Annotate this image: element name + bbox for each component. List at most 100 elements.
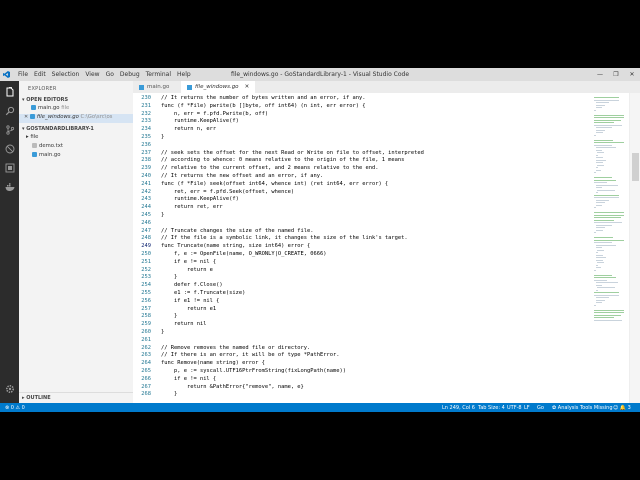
menu-debug[interactable]: Debug	[120, 71, 140, 78]
code-line[interactable]: 259 return nil	[133, 321, 591, 329]
minimap-line	[595, 264, 598, 266]
code-line[interactable]: 249 func Truncate(name string, size int64…	[133, 243, 591, 251]
code-line[interactable]: 256 if e1 != nil {	[133, 298, 591, 306]
minimap-line	[595, 289, 598, 291]
code-line[interactable]: 238 // according to whence: 0 means relat…	[133, 157, 591, 165]
code-line[interactable]: 268 }	[133, 391, 591, 399]
vertical-scrollbar[interactable]	[629, 93, 640, 403]
minimap-line	[594, 194, 620, 196]
code-line[interactable]: 234 return n, err	[133, 126, 591, 134]
line-number: 231	[141, 102, 151, 109]
close-icon[interactable]: ✕	[24, 114, 28, 120]
menu-file[interactable]: File	[18, 71, 28, 78]
code-line[interactable]: 250 f, e := OpenFile(name, O_WRONLY|O_CR…	[133, 251, 591, 259]
tab-file-windows-go[interactable]: file_windows.go ✕	[181, 81, 256, 93]
problems-indicator[interactable]: ⊗ 0 ⚠ 0	[5, 405, 25, 411]
outline-section[interactable]: ▸ OUTLINE	[19, 392, 133, 403]
code-line[interactable]: 263 // If there is an error, it will be o…	[133, 352, 591, 360]
minimap[interactable]	[591, 93, 629, 403]
minimap-line	[595, 132, 604, 133]
code-line[interactable]: 265 p, e := syscall.UTF16PtrFromString(f…	[133, 368, 591, 376]
extensions-icon[interactable]	[4, 162, 15, 173]
explorer-icon[interactable]	[4, 86, 15, 97]
minimap-line	[594, 207, 596, 208]
language-mode[interactable]: Go	[537, 405, 544, 411]
code-line[interactable]: 244 return ret, err	[133, 204, 591, 212]
minimap-line	[594, 212, 624, 213]
search-icon[interactable]	[4, 105, 15, 116]
open-editor-main-go[interactable]: main.go file	[19, 105, 145, 114]
code-line[interactable]: 246	[133, 220, 591, 228]
code-line[interactable]: 251 if e != nil {	[133, 259, 591, 267]
code-line[interactable]: 262 // Remove removes the named file or d…	[133, 345, 591, 353]
maximize-button[interactable]: ❐	[608, 68, 624, 81]
tree-file-main-go[interactable]: main.go	[19, 152, 146, 161]
minimap-line	[595, 302, 603, 303]
code-editor[interactable]: 230 // It returns the number of bytes wri…	[133, 93, 591, 403]
debug-icon[interactable]	[4, 143, 15, 154]
minimap-line	[594, 177, 613, 178]
code-line[interactable]: 232 n, err = f.pfd.Pwrite(b, off)	[133, 111, 591, 119]
code-line[interactable]: 245}	[133, 212, 591, 220]
code-line[interactable]: 255 e1 := f.Truncate(size)	[133, 290, 591, 298]
code-line[interactable]: 254 defer f.Close()	[133, 282, 591, 290]
code-line[interactable]: 240 // It returns the new offset and an e…	[133, 173, 591, 181]
menu-terminal[interactable]: Terminal	[146, 71, 171, 78]
code-line[interactable]: 253 }	[133, 274, 591, 282]
source-control-icon[interactable]	[4, 124, 15, 135]
open-editor-file-windows-go[interactable]: ✕ file_windows.go C:\Go\src\os	[19, 114, 138, 123]
code-text: runtime.KeepAlive(f)	[161, 118, 239, 125]
minimap-line	[595, 149, 603, 151]
minimap-line	[594, 274, 613, 276]
window-controls: — ❐ ✕	[592, 68, 640, 81]
code-line[interactable]: 267 return &PathError{"remove", name, e}	[133, 384, 591, 392]
open-editors-header[interactable]: ▾ OPEN EDITORS	[22, 97, 68, 103]
code-line[interactable]: 233 runtime.KeepAlive(f)	[133, 118, 591, 126]
code-text: func Truncate(name string, size int64) e…	[161, 243, 311, 250]
minimap-line	[594, 294, 620, 296]
docker-icon[interactable]	[4, 181, 15, 192]
code-line[interactable]: 258 }	[133, 313, 591, 321]
code-line[interactable]: 239 // relative to the current offset, an…	[133, 165, 591, 173]
code-line[interactable]: 260}	[133, 329, 591, 337]
minimap-line	[595, 192, 598, 193]
code-line[interactable]: 266 if e != nil {	[133, 376, 591, 384]
scrollbar-thumb[interactable]	[632, 153, 639, 181]
minimize-button[interactable]: —	[592, 68, 608, 81]
tab-close-icon[interactable]: ✕	[245, 84, 250, 90]
end-of-line[interactable]: LF	[524, 405, 530, 411]
tab-size[interactable]: Tab Size: 4	[478, 405, 505, 411]
tab-main-go[interactable]: main.go	[133, 81, 175, 93]
code-line[interactable]: 264 func Remove(name string) error {	[133, 360, 591, 368]
close-button[interactable]: ✕	[624, 68, 640, 81]
menu-selection[interactable]: Selection	[52, 71, 80, 78]
settings-gear-icon[interactable]	[4, 383, 15, 394]
cursor-position[interactable]: Ln 249, Col 6	[442, 405, 475, 411]
minimap-line	[595, 224, 612, 226]
code-line[interactable]: 237 // seek sets the offset for the next …	[133, 150, 591, 158]
code-line[interactable]: 248 // If the file is a symbolic link, it…	[133, 235, 591, 243]
code-line[interactable]: 257 return e1	[133, 306, 591, 314]
code-line[interactable]: 235}	[133, 134, 591, 142]
code-line[interactable]: 252 return e	[133, 267, 591, 275]
code-line[interactable]: 230 // It returns the number of bytes wri…	[133, 95, 591, 103]
menu-go[interactable]: Go	[106, 71, 114, 78]
code-line[interactable]: 247 // Truncate changes the size of the n…	[133, 228, 591, 236]
analysis-tools-warning[interactable]: ✿ Analysis Tools Missing	[552, 405, 613, 411]
menu-help[interactable]: Help	[177, 71, 191, 78]
code-line[interactable]: 243 runtime.KeepAlive(f)	[133, 196, 591, 204]
code-text: }	[161, 134, 165, 140]
code-line[interactable]: 241 func (f *File) seek(offset int64, whe…	[133, 181, 591, 189]
notifications-bell-icon[interactable]: ☺ 🔔 3	[613, 405, 631, 411]
code-line[interactable]: 261	[133, 337, 591, 345]
encoding[interactable]: UTF-8	[507, 405, 522, 411]
code-line[interactable]: 242 ret, err = f.pfd.Seek(offset, whence…	[133, 189, 591, 197]
tree-folder-file[interactable]: ▸ file	[19, 134, 140, 143]
tree-file-demo-txt[interactable]: demo.txt	[19, 143, 146, 152]
project-header[interactable]: ▾ GOSTANDARDLIBRARY-1	[22, 126, 94, 132]
menu-view[interactable]: View	[85, 71, 99, 78]
code-line[interactable]: 236	[133, 142, 591, 150]
code-line[interactable]: 231 func (f *File) pwrite(b []byte, off i…	[133, 103, 591, 111]
menu-edit[interactable]: Edit	[34, 71, 46, 78]
minimap-line	[594, 237, 613, 238]
